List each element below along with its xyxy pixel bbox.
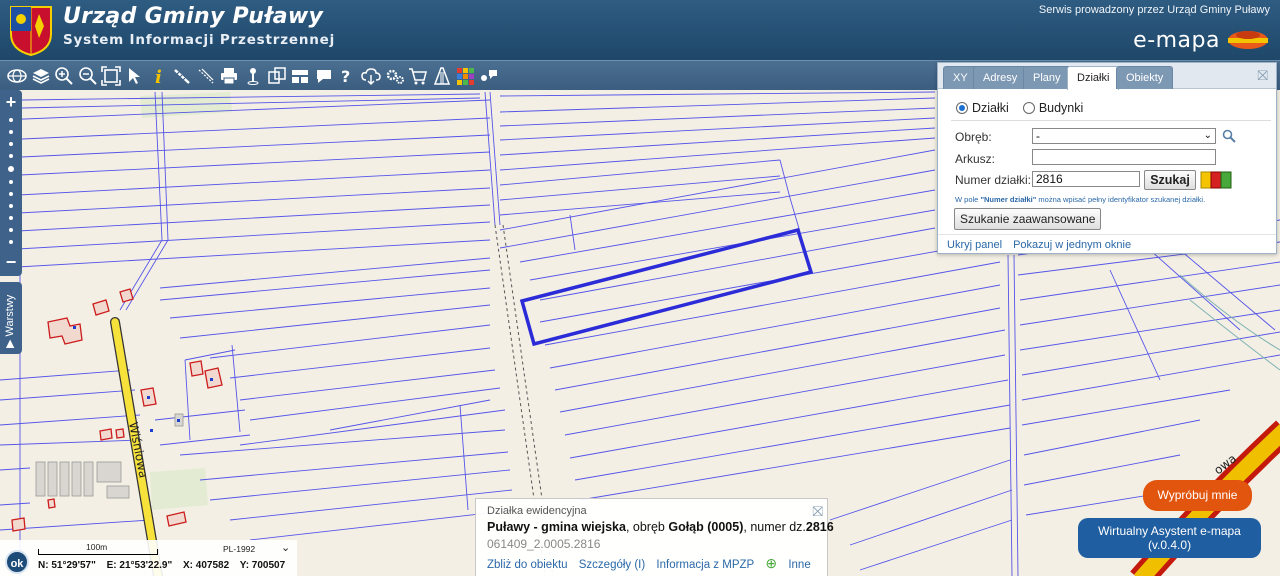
- radio-dzialki-label: Działki: [972, 101, 1009, 115]
- pin-icon[interactable]: [242, 64, 264, 88]
- svg-text:i: i: [155, 67, 162, 86]
- divider: [938, 234, 1276, 235]
- other-link[interactable]: Inne: [788, 559, 810, 571]
- divider: [951, 120, 1271, 121]
- search-panel-tabs: XY Adresy Plany Działki Obiekty ⛝: [938, 63, 1276, 90]
- layers-panel-toggle[interactable]: ▶ Warstwy: [0, 282, 22, 354]
- tab-obiekty[interactable]: Obiekty: [1116, 66, 1174, 89]
- zoom-in-button[interactable]: +: [4, 92, 18, 113]
- zoom-level-dot[interactable]: [9, 180, 13, 184]
- search-icon[interactable]: [1222, 129, 1236, 143]
- settings-icon[interactable]: [384, 64, 406, 88]
- split-icon[interactable]: [289, 64, 311, 88]
- y-coordinate: Y: 700507: [239, 560, 286, 571]
- measure-area-icon[interactable]: [195, 64, 217, 88]
- zoom-level-dot[interactable]: [9, 240, 13, 244]
- zoom-to-object-link[interactable]: Zbliż do obiektu: [487, 559, 568, 571]
- crs-label: PL-1992: [223, 544, 256, 554]
- parcel-type-label: Działka ewidencyjna: [487, 505, 587, 517]
- latitude: N: 51°29'57": [38, 560, 96, 571]
- panel-links: Ukryj panel Pokazuj w jednym oknie: [947, 239, 1139, 251]
- app-subtitle: System Informacji Przestrzennej: [63, 32, 336, 48]
- advanced-search-button[interactable]: Szukanie zaawansowane: [954, 208, 1102, 230]
- help-icon[interactable]: ?: [336, 64, 358, 88]
- zoom-out-icon[interactable]: [77, 64, 99, 88]
- zoom-out-button[interactable]: −: [4, 252, 18, 273]
- palette-icon[interactable]: [454, 64, 476, 88]
- search-type-radios: Działki Budynki: [956, 101, 1083, 115]
- service-provider-text: Serwis prowadzony przez Urząd Gminy Puła…: [1038, 4, 1270, 16]
- arkusz-label: Arkusz:: [955, 152, 996, 166]
- assistant-title: Wirtualny Asystent e-mapa: [1098, 524, 1241, 538]
- app-header: Urząd Gminy Puławy System Informacji Prz…: [0, 0, 1280, 60]
- numer-dzialki-input[interactable]: 2816: [1032, 171, 1140, 187]
- try-me-button[interactable]: Wypróbuj mnie: [1143, 480, 1252, 511]
- zoom-level-dot[interactable]: [9, 204, 13, 208]
- measure-distance-icon[interactable]: [171, 64, 193, 88]
- flag-icon[interactable]: [431, 64, 453, 88]
- zoom-level-dot[interactable]: [9, 142, 13, 146]
- radio-dzialki[interactable]: [956, 102, 968, 114]
- brand-name: e-mapa: [1133, 28, 1220, 53]
- chat-icon[interactable]: [313, 64, 335, 88]
- x-coordinate: X: 407582: [183, 560, 230, 571]
- layers-tab-label: ▶ Warstwy: [4, 294, 16, 348]
- coat-of-arms-logo: [10, 6, 52, 56]
- app-title: Urząd Gminy Puławy: [63, 4, 324, 29]
- hide-panel-link[interactable]: Ukryj panel: [947, 239, 1002, 251]
- obreb-select[interactable]: - ⌄: [1032, 128, 1216, 144]
- info-icon[interactable]: i: [148, 64, 170, 88]
- longitude: E: 21°53'22.9": [106, 560, 173, 571]
- svg-text:?: ?: [341, 67, 350, 86]
- globe-icon[interactable]: [6, 64, 28, 88]
- tab-plany[interactable]: Plany: [1023, 66, 1071, 89]
- scale-bar: [38, 549, 158, 555]
- close-icon[interactable]: ⛝: [812, 503, 823, 520]
- radio-budynki[interactable]: [1022, 102, 1035, 114]
- plus-circle-icon[interactable]: ⊕: [765, 555, 777, 571]
- print-icon[interactable]: [218, 64, 240, 88]
- arkusz-input[interactable]: [1032, 149, 1216, 165]
- assistant-version: (v.0.4.0): [1147, 538, 1192, 552]
- zoom-level-dot[interactable]: [9, 154, 13, 158]
- parcel-description: Puławy - gmina wiejska, obręb Gołąb (000…: [487, 520, 834, 534]
- parcel-info-popup: Działka ewidencyjna ⛝ Puławy - gmina wie…: [475, 498, 834, 576]
- mpzp-info-link[interactable]: Informacja z MPZP: [656, 559, 754, 571]
- search-panel: XY Adresy Plany Działki Obiekty ⛝ Działk…: [937, 62, 1277, 254]
- virtual-assistant-button[interactable]: Wirtualny Asystent e-mapa (v.0.4.0): [1078, 518, 1261, 558]
- ok-button[interactable]: ok: [5, 550, 29, 574]
- tab-dzialki[interactable]: Działki: [1067, 66, 1120, 90]
- zoom-level-dot[interactable]: [9, 130, 13, 134]
- zoom-level-dot[interactable]: [9, 192, 13, 196]
- zoom-level-dot[interactable]: [9, 216, 13, 220]
- layers-icon[interactable]: [30, 64, 52, 88]
- crs-dropdown-chevron-icon[interactable]: ⌄: [281, 541, 290, 554]
- close-icon[interactable]: ⛝: [1257, 67, 1268, 84]
- zoom-in-icon[interactable]: [53, 64, 75, 88]
- single-window-link[interactable]: Pokazuj w jednym oknie: [1013, 239, 1131, 251]
- search-button[interactable]: Szukaj: [1144, 170, 1196, 190]
- download-icon[interactable]: [360, 64, 382, 88]
- pointer-icon[interactable]: [124, 64, 146, 88]
- tab-adresy[interactable]: Adresy: [973, 66, 1028, 89]
- search-hint: W pole "Numer działki" można wpisać pełn…: [955, 195, 1206, 204]
- zoom-level-dot[interactable]: [9, 118, 13, 122]
- cart-icon[interactable]: [407, 64, 429, 88]
- zoom-level-dot[interactable]: [9, 228, 13, 232]
- zoom-level-current[interactable]: [8, 166, 14, 172]
- chevron-down-icon: ⌄: [1203, 130, 1212, 141]
- brand-logo: [1228, 31, 1268, 49]
- parcel-identifier: 061409_2.0005.2816: [487, 537, 601, 551]
- share-icon[interactable]: [478, 64, 500, 88]
- status-lights-icon: [1200, 171, 1232, 189]
- obreb-label: Obręb:: [955, 130, 992, 144]
- parcel-actions: Zbliż do obiektu Szczegóły (I) Informacj…: [487, 555, 819, 572]
- compare-icon[interactable]: [266, 64, 288, 88]
- radio-budynki-label: Budynki: [1038, 101, 1084, 115]
- zoom-slider[interactable]: + −: [0, 90, 22, 276]
- details-link[interactable]: Szczegóły (I): [579, 559, 645, 571]
- numer-dzialki-label: Numer działki:: [955, 173, 1032, 187]
- coordinates-readout: N: 51°29'57" E: 21°53'22.9" X: 407582 Y:…: [38, 560, 293, 571]
- zoom-extent-icon[interactable]: [100, 64, 122, 88]
